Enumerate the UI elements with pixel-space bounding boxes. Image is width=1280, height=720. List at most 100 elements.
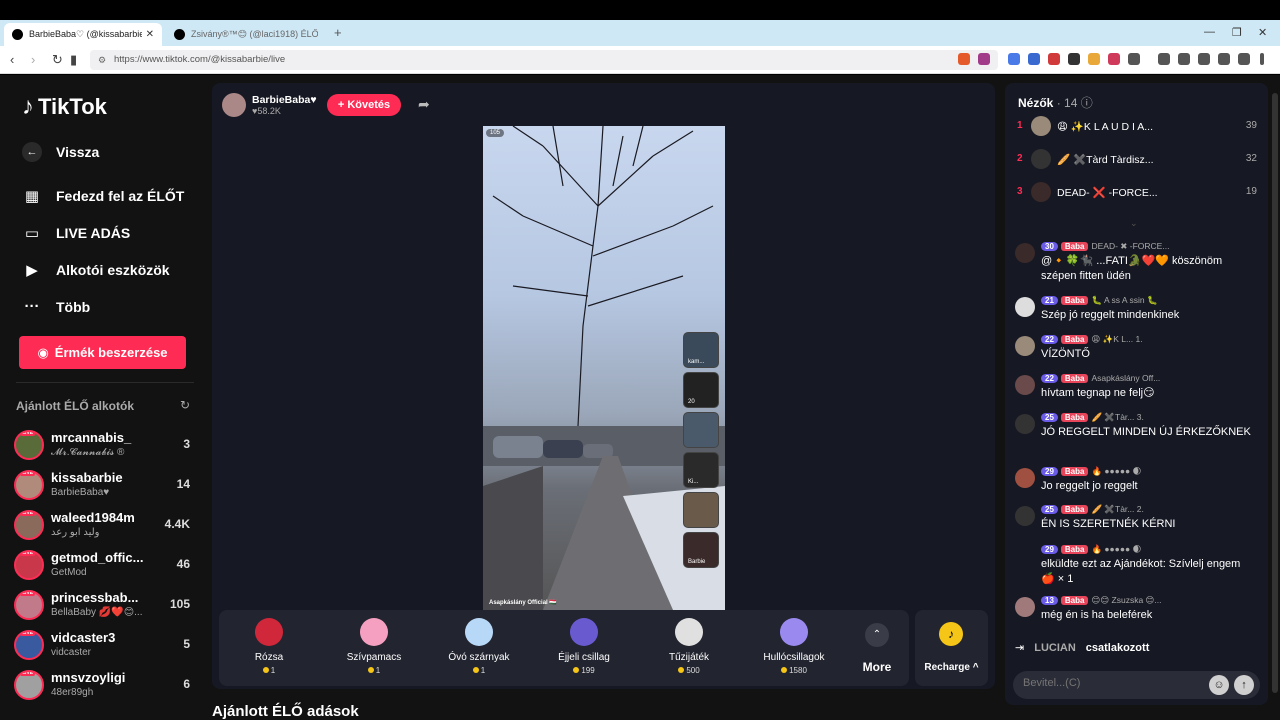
close-window-icon[interactable]: ✕ xyxy=(1258,26,1267,39)
message-avatar[interactable] xyxy=(1015,243,1035,263)
message-username[interactable]: DEAD- ✖ -FORCE... xyxy=(1091,241,1169,252)
share-icon[interactable]: ➦ xyxy=(418,96,430,113)
creator-avatar[interactable]: LIVE xyxy=(14,670,44,700)
extension-icon[interactable] xyxy=(1028,53,1040,65)
media-icon[interactable] xyxy=(1158,53,1170,65)
message-username[interactable]: Asapkáslány Off... xyxy=(1091,373,1160,383)
creator-avatar[interactable]: LIVE xyxy=(14,590,44,620)
refresh-icon[interactable]: ↻ xyxy=(180,398,190,412)
viewer-rank: 3 xyxy=(1017,186,1023,197)
message-avatar[interactable] xyxy=(1015,297,1035,317)
send-icon[interactable]: ↑ xyxy=(1234,675,1254,695)
creator-row[interactable]: LIVE princessbab... BellaBaby 💋❤️😊... 105 xyxy=(14,590,194,626)
creator-avatar[interactable]: LIVE xyxy=(14,430,44,460)
message-username[interactable]: 🔥 ●●●●● 🌒 xyxy=(1091,466,1141,477)
mini-stream[interactable]: Ki... xyxy=(683,452,719,488)
message-avatar[interactable] xyxy=(1015,375,1035,395)
creator-row[interactable]: LIVE kissabarbie BarbieBaba♥ 14 xyxy=(14,470,194,506)
creator-row[interactable]: LIVE vidcaster3 vidcaster 5 xyxy=(14,630,194,666)
sidebar-toggle-icon[interactable] xyxy=(1178,53,1190,65)
host-avatar[interactable] xyxy=(222,93,246,117)
message-username[interactable]: 🥖 ✖️Tàr... 2. xyxy=(1091,504,1143,515)
wallet-icon[interactable] xyxy=(1198,53,1210,65)
creator-avatar[interactable]: LIVE xyxy=(14,550,44,580)
gift-icon[interactable] xyxy=(1015,546,1035,566)
browser-tab-active[interactable]: BarbieBaba♡ (@kissabarbie) ✕ xyxy=(4,23,162,46)
mini-stream[interactable]: kam... xyxy=(683,332,719,368)
creator-avatar[interactable]: LIVE xyxy=(14,510,44,540)
back-icon[interactable]: ‹ xyxy=(10,52,14,67)
creator-avatar[interactable]: LIVE xyxy=(14,470,44,500)
nav-creator-tools[interactable]: ▶ Alkotói eszközök xyxy=(22,261,169,279)
creator-row[interactable]: LIVE mnsvzoyligi 48er89gh 6 xyxy=(14,670,194,706)
message-avatar[interactable] xyxy=(1015,336,1035,356)
emoji-icon[interactable]: ☺ xyxy=(1209,675,1229,695)
gift-item[interactable]: Szívpamacs 1 xyxy=(324,610,424,686)
vpn-icon[interactable] xyxy=(1238,53,1250,65)
reload-icon[interactable]: ↻ xyxy=(52,52,63,68)
extension-icon[interactable] xyxy=(1068,53,1080,65)
extension-icon[interactable] xyxy=(1108,53,1120,65)
mini-stream[interactable]: Barbie xyxy=(683,532,719,568)
follow-button[interactable]: + Követés xyxy=(327,94,401,116)
chat-input[interactable] xyxy=(1023,677,1203,689)
message-username[interactable]: 🐛 A ss A ssin 🐛 xyxy=(1091,295,1157,306)
menu-icon[interactable] xyxy=(1260,53,1264,65)
top-viewer-row[interactable]: 3 DEAD- ❌ -FORCE... 19 xyxy=(1017,182,1257,202)
mini-stream[interactable] xyxy=(683,412,719,448)
creator-nickname: BellaBaby 💋❤️😊... xyxy=(51,607,143,618)
creator-row[interactable]: LIVE waleed1984m وليد ابو رعد 4.4K xyxy=(14,510,194,546)
message-username[interactable]: 😩 ✨K L... 1. xyxy=(1091,334,1142,345)
brave-shield-icon[interactable] xyxy=(958,53,970,65)
leo-icon[interactable] xyxy=(1218,53,1230,65)
message-avatar[interactable] xyxy=(1015,414,1035,434)
new-tab-icon[interactable]: + xyxy=(334,25,342,40)
recharge-button[interactable]: ♪ Recharge ^ xyxy=(915,610,988,686)
joined-user[interactable]: LUCIAN xyxy=(1034,642,1076,654)
message-username[interactable]: 🥖 ✖️Tàr... 3. xyxy=(1091,412,1143,423)
rewards-icon[interactable] xyxy=(978,53,990,65)
extension-icon[interactable] xyxy=(1128,53,1140,65)
message-avatar[interactable] xyxy=(1015,468,1035,488)
url-field[interactable]: ⚙ https://www.tiktok.com/@kissabarbie/li… xyxy=(90,50,998,70)
mini-stream[interactable]: 20 xyxy=(683,372,719,408)
message-avatar[interactable] xyxy=(1015,506,1035,526)
get-coins-button[interactable]: ◉ Érmék beszerzése xyxy=(19,336,186,369)
scrollbar-thumb[interactable] xyxy=(1272,93,1278,693)
nav-go-live[interactable]: ▭ LIVE ADÁS xyxy=(22,224,130,242)
message-username[interactable]: 🔥 ●●●●● 🌒 xyxy=(1091,544,1141,555)
back-link[interactable]: ← Vissza xyxy=(22,142,99,162)
gift-item[interactable]: Rózsa 1 xyxy=(219,610,319,686)
top-viewer-row[interactable]: 2 🥖 ✖️Tàrd Tàrdisz... 32 xyxy=(1017,149,1257,169)
browser-tab-inactive[interactable]: Zsivány®™😊 (@laci1918) ÉLŐ adás xyxy=(166,23,326,46)
page-scrollbar[interactable] xyxy=(1272,83,1278,705)
maximize-icon[interactable]: ❐ xyxy=(1232,26,1242,39)
extension-icon[interactable] xyxy=(1048,53,1060,65)
translate-extension-icon[interactable] xyxy=(1008,53,1020,65)
live-video[interactable]: 105 Asapkáslány Official 🇭🇺 kam... 20 Ki..… xyxy=(483,126,725,610)
extension-icon[interactable] xyxy=(1088,53,1100,65)
creator-avatar[interactable]: LIVE xyxy=(14,630,44,660)
forward-icon[interactable]: › xyxy=(31,52,35,67)
message-username[interactable]: 😊😊 Zsuzska 😊... xyxy=(1091,595,1161,606)
viewers-header[interactable]: Nézők · 14 ⓘ xyxy=(1018,94,1093,111)
top-viewer-row[interactable]: 1 😩 ✨K L A U D I A... 39 xyxy=(1017,116,1257,136)
bookmark-icon[interactable]: ▮ xyxy=(70,52,77,68)
nav-more[interactable]: ··· Több xyxy=(22,298,91,315)
site-info-icon[interactable]: ⚙ xyxy=(98,50,106,70)
gift-item[interactable]: Tűzijáték 500 xyxy=(639,610,739,686)
nav-explore-live[interactable]: ▦ Fedezd fel az ÉLŐT xyxy=(22,187,184,205)
tiktok-logo[interactable]: ♪ TikTok xyxy=(22,93,107,121)
more-gifts-button[interactable]: ⌃ More xyxy=(852,610,902,686)
gift-item[interactable]: Hullócsillagok 1580 xyxy=(744,610,844,686)
message-avatar[interactable] xyxy=(1015,597,1035,617)
gift-item[interactable]: Éjjeli csillag 199 xyxy=(534,610,634,686)
creator-row[interactable]: LIVE mrcannabis_ 𝓜𝓻.𝓒𝓪𝓷𝓷𝓪𝓫𝓲𝓼 ® 3 xyxy=(14,430,194,466)
mini-stream[interactable] xyxy=(683,492,719,528)
gift-item[interactable]: Óvó szárnyak 1 xyxy=(429,610,529,686)
chevron-down-icon[interactable]: ⌄ xyxy=(1130,218,1138,229)
minimize-icon[interactable]: — xyxy=(1204,26,1215,38)
host-info[interactable]: BarbieBaba♥ ♥58.2K xyxy=(222,93,317,117)
creator-row[interactable]: LIVE getmod_offic... GetMod 46 xyxy=(14,550,194,586)
tab-close-icon[interactable]: ✕ xyxy=(146,29,154,40)
